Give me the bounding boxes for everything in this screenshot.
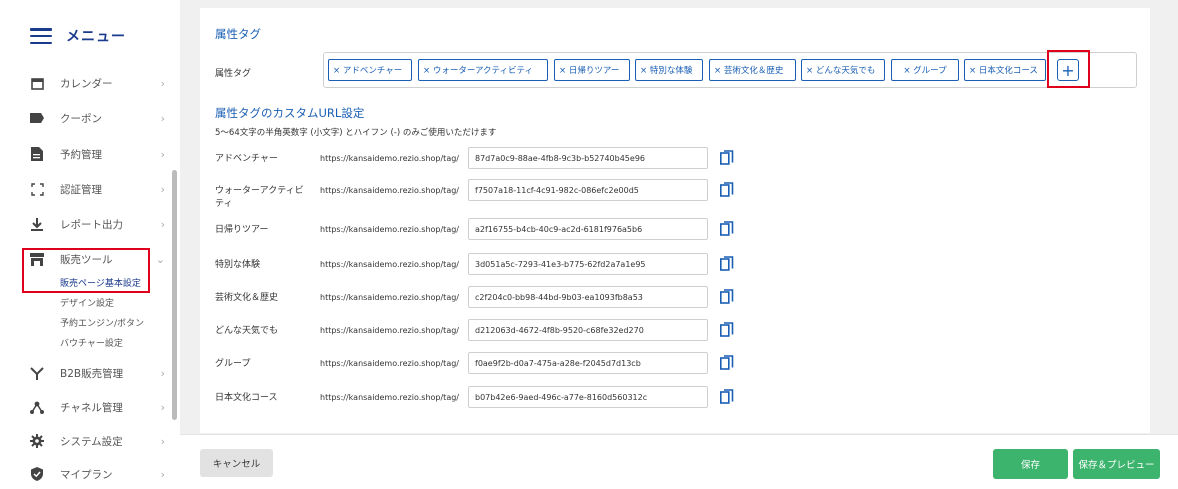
url-prefix: https://kansaidemo.rezio.shop/tag/ [320,359,459,368]
sidebar-item-calendar[interactable]: カレンダー › [30,72,165,94]
url-prefix: https://kansaidemo.rezio.shop/tag/ [320,293,459,302]
document-icon [30,147,44,161]
tag-group[interactable]: × グループ [891,59,959,81]
sidebar-item-label: 予約管理 [60,148,102,161]
url-row-label: 特別な体験 [215,260,261,270]
url-row-label: 日本文化コース [215,393,278,403]
url-row-label: アドベンチャー [215,154,278,164]
menu-title: メニュー [66,29,126,45]
chevron-down-icon: ⌄ [155,252,165,266]
sidebar-item-b2b[interactable]: B2B販売管理 › [30,362,165,384]
chevron-right-icon: › [160,434,165,448]
url-slug-input[interactable]: a2f16755-b4cb-40c9-ac2d-6181f976a5b6 [468,218,708,240]
chevron-right-icon: › [160,147,165,161]
sidebar-item-label: B2B販売管理 [60,367,124,380]
url-slug-input[interactable]: f7507a18-11cf-4c91-982c-086efc2e00d5 [468,179,708,201]
tag-day-trip[interactable]: × 日帰りツアー [554,59,630,81]
sidebar-item-auth[interactable]: 認証管理 › [30,178,165,200]
url-slug-input[interactable]: f0ae9f2b-d0a7-475a-a28e-f2045d7d13cb [468,352,708,374]
calendar-icon [30,76,44,90]
url-prefix: https://kansaidemo.rezio.shop/tag/ [320,260,459,269]
custom-url-note: 5〜64文字の半角英数字 (小文字) とハイフン (-) のみご使用いただけます [215,128,497,138]
sidebar-item-label: クーポン [60,112,102,125]
sidebar-item-system[interactable]: システム設定 › [30,430,165,452]
copy-icon[interactable] [720,221,734,237]
url-prefix: https://kansaidemo.rezio.shop/tag/ [320,186,459,195]
url-row-label: 日帰りツアー [215,225,269,235]
copy-icon[interactable] [720,389,734,405]
chevron-right-icon: › [160,182,165,196]
url-prefix: https://kansaidemo.rezio.shop/tag/ [320,393,459,402]
highlight-box-add-tag [1047,50,1090,88]
tag-any-weather[interactable]: × どんな天気でも [801,59,885,81]
copy-icon[interactable] [720,322,734,338]
url-prefix: https://kansaidemo.rezio.shop/tag/ [320,154,459,163]
url-prefix: https://kansaidemo.rezio.shop/tag/ [320,326,459,335]
copy-icon[interactable] [720,256,734,272]
url-slug-input[interactable]: 87d7a0c9-88ae-4fb8-9c3b-b52740b45e96 [468,147,708,169]
sidebar-scrollbar[interactable] [172,170,177,420]
chevron-right-icon: › [160,467,165,481]
tag-adventure[interactable]: × アドベンチャー [328,59,412,81]
sidebar-item-label: システム設定 [60,435,123,448]
url-slug-input[interactable]: c2f204c0-bb98-44bd-9b03-ea1093fb8a53 [468,286,708,308]
sub-item-design-settings[interactable]: デザイン設定 [60,296,114,309]
copy-icon[interactable] [720,355,734,371]
sidebar-item-report[interactable]: レポート出力 › [30,213,165,235]
url-row-label: 芸術文化＆歴史 [215,293,279,303]
coupon-icon [30,111,44,125]
attribute-tags-title: 属性タグ [215,27,261,41]
tag-water-activity[interactable]: × ウォーターアクティビティ [418,59,548,81]
sidebar-item-my-plan[interactable]: マイプラン › [30,463,165,485]
sidebar-item-label: マイプラン [60,468,113,481]
tag-special-experience[interactable]: × 特別な体験 [635,59,703,81]
url-slug-input[interactable]: 3d051a5c-7293-41e3-b775-62fd2a7a1e95 [468,253,708,275]
hamburger-icon [30,28,52,44]
url-prefix: https://kansaidemo.rezio.shop/tag/ [320,225,459,234]
sidebar-item-label: チャネル管理 [60,401,123,414]
attribute-tags-label: 属性タグ [215,69,252,79]
chevron-right-icon: › [160,366,165,380]
sidebar: メニュー カレンダー › クーポン › 予約管理 › 認証管理 › レポート出力 [0,0,180,489]
url-row-label: グループ [215,359,251,369]
chevron-right-icon: › [160,217,165,231]
sidebar-item-label: カレンダー [60,77,113,90]
shield-icon [30,467,44,481]
sidebar-item-label: レポート出力 [60,218,123,231]
sidebar-item-coupon[interactable]: クーポン › [30,107,165,129]
sidebar-item-channel[interactable]: チャネル管理 › [30,396,165,418]
chevron-right-icon: › [160,400,165,414]
save-preview-button[interactable]: 保存＆プレビュー [1073,449,1160,479]
sub-item-voucher-settings[interactable]: バウチャー設定 [60,336,123,349]
custom-url-title: 属性タグのカスタムURL設定 [215,106,365,120]
menu-toggle[interactable]: メニュー [30,26,126,46]
gear-icon [30,434,44,448]
copy-icon[interactable] [720,150,734,166]
chevron-right-icon: › [160,111,165,125]
copy-icon[interactable] [720,289,734,305]
url-row-label: ウォーターアクティビティ [215,186,304,209]
url-slug-input[interactable]: d212063d-4672-4f8b-9520-c68fe32ed270 [468,319,708,341]
url-slug-input[interactable]: b07b42e6-9aed-496c-a77e-8160d560312c [468,386,708,408]
sub-item-booking-engine[interactable]: 予約エンジン/ボタン [60,316,144,329]
cancel-button[interactable]: キャンセル [200,449,273,477]
channel-icon [30,400,44,414]
tag-art-culture-history[interactable]: × 芸術文化＆歴史 [709,59,796,81]
chevron-right-icon: › [160,76,165,90]
scan-icon [30,182,44,196]
download-icon [30,217,44,231]
b2b-icon [30,366,44,380]
sidebar-item-reservations[interactable]: 予約管理 › [30,143,165,165]
sidebar-item-label: 認証管理 [60,183,102,196]
save-button[interactable]: 保存 [993,449,1068,479]
copy-icon[interactable] [720,182,734,198]
url-row-label: どんな天気でも [215,326,279,336]
highlight-box-sales-tools [22,248,150,293]
tag-japanese-culture-course[interactable]: × 日本文化コース [964,59,1046,81]
